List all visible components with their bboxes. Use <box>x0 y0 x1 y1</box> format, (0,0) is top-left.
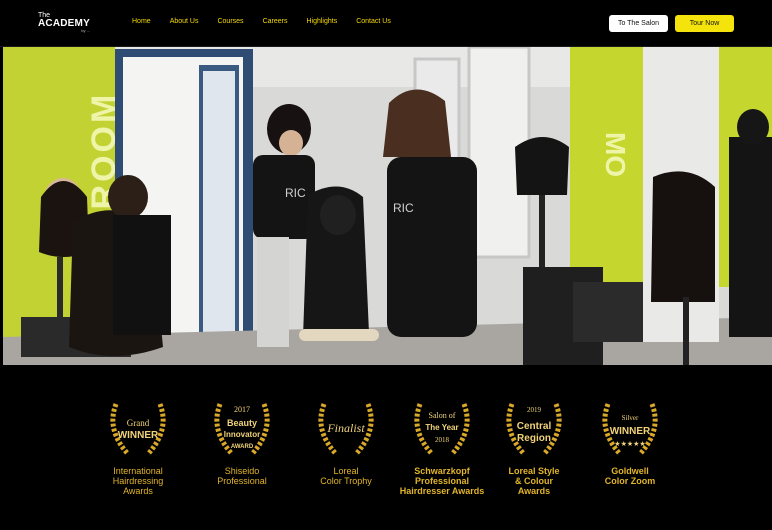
tour-now-button[interactable]: Tour Now <box>675 15 734 32</box>
laurel-wreath-icon: Silver WINNER ★★★★★ <box>602 403 658 456</box>
svg-text:2019: 2019 <box>527 406 542 414</box>
laurel-wreath-icon: 2019 Central Region <box>506 403 562 456</box>
svg-text:Beauty: Beauty <box>227 418 257 428</box>
award-grand-winner: Grand WINNER International Hairdressing Aw… <box>88 396 188 496</box>
to-the-salon-button[interactable]: To The Salon <box>609 15 668 32</box>
svg-text:Silver: Silver <box>622 414 639 422</box>
svg-text:Region: Region <box>517 433 551 444</box>
svg-text:★★★★★: ★★★★★ <box>614 440 645 448</box>
nav-contact-us[interactable]: Contact Us <box>356 18 391 25</box>
award-beauty-innovator: 2017 Beauty Innovator AWARD Shiseido Prof… <box>192 396 292 486</box>
award-central-region: 2019 Central Region Loreal Style & Colour… <box>484 396 584 496</box>
logo-line3: by ... <box>81 28 90 33</box>
svg-text:AWARD: AWARD <box>231 444 254 450</box>
svg-text:2018: 2018 <box>435 436 450 444</box>
wall-text-right: MO <box>600 132 631 177</box>
academy-logo[interactable]: The ACADEMY by ... <box>38 12 90 33</box>
svg-text:Innovator: Innovator <box>224 430 260 439</box>
award-caption: Shiseido Professional <box>217 466 267 486</box>
award-caption: Goldwell Color Zoom <box>604 466 656 486</box>
award-caption: International Hairdressing Awards <box>112 466 164 496</box>
main-nav: Home About Us Courses Careers Highlights… <box>132 18 410 25</box>
hero-photo: Y ROOM MO RIC RIC <box>3 47 772 365</box>
award-finalist: Finalist Loreal Color Trophy <box>296 396 396 486</box>
nav-courses[interactable]: Courses <box>217 18 243 25</box>
awards-section: Grand WINNER International Hairdressing Aw… <box>0 366 772 530</box>
svg-text:2017: 2017 <box>234 405 250 414</box>
award-caption: Schwarzkopf Professional Hairdresser Award… <box>399 466 485 496</box>
svg-text:The Year: The Year <box>425 423 458 432</box>
nav-about-us[interactable]: About Us <box>170 18 199 25</box>
award-silver-winner: Silver WINNER ★★★★★ Goldwell Color Zoom <box>580 396 680 486</box>
award-caption: Loreal Style & Colour Awards <box>508 466 560 496</box>
top-navbar: The ACADEMY by ... Home About Us Courses… <box>0 0 772 47</box>
laurel-wreath-icon: Grand WINNER <box>110 403 166 456</box>
svg-text:WINNER: WINNER <box>118 430 159 441</box>
shirt-text-2: RIC <box>393 201 414 215</box>
svg-text:Salon of: Salon of <box>429 411 456 420</box>
svg-text:Grand: Grand <box>127 418 150 428</box>
svg-text:Finalist: Finalist <box>326 421 365 435</box>
laurel-wreath-icon: Salon of The Year 2018 <box>414 403 470 456</box>
award-caption: Loreal Color Trophy <box>320 466 372 486</box>
nav-highlights[interactable]: Highlights <box>306 18 337 25</box>
laurel-wreath-icon: 2017 Beauty Innovator AWARD <box>214 403 270 456</box>
svg-text:WINNER: WINNER <box>610 426 651 437</box>
award-salon-of-the-year: Salon of The Year 2018 Schwarzkopf Profes… <box>392 396 492 496</box>
laurel-wreath-icon: Finalist <box>318 403 374 456</box>
salon-classroom-photo: Y ROOM MO RIC RIC <box>3 47 772 365</box>
nav-careers[interactable]: Careers <box>263 18 288 25</box>
nav-home[interactable]: Home <box>132 18 151 25</box>
shirt-text: RIC <box>285 186 306 200</box>
svg-text:Central: Central <box>517 421 552 432</box>
